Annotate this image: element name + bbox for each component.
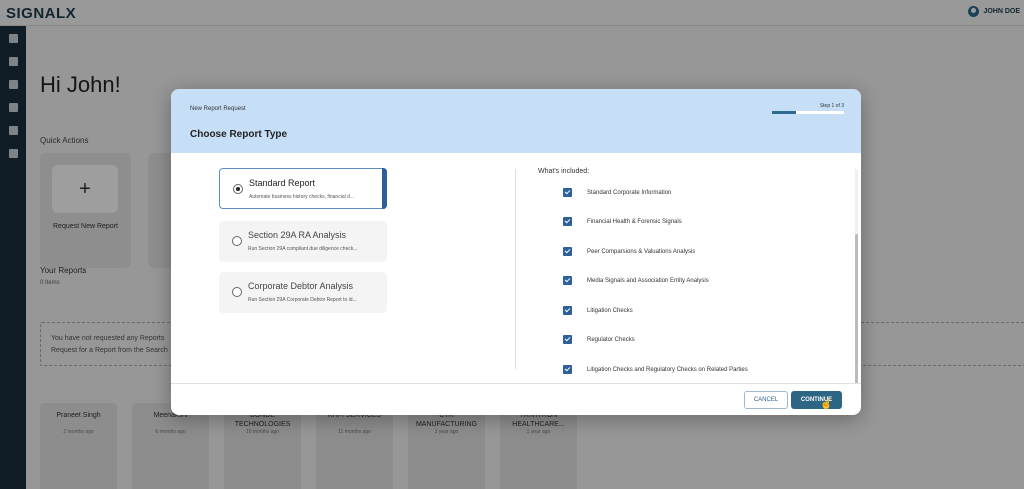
option-corporate-debtor[interactable]: Corporate Debtor Analysis Run Section 29… [219,272,387,313]
included-item-label: Media Signals and Association Entity Ana… [587,277,709,284]
included-item: Litigation Checks [563,306,633,315]
step-progress-bar [772,111,844,114]
included-item-label: Peer Comparsions & Valuations Analysis [587,248,696,255]
hand-cursor-icon: ☝ [820,399,833,410]
cancel-button[interactable]: CANCEL [744,391,788,409]
modal-title: Choose Report Type [190,129,288,140]
included-item: Media Signals and Association Entity Ana… [563,276,709,285]
included-title: What's included: [538,168,590,175]
option-desc: Automate business history checks, financ… [249,194,355,200]
option-title: Standard Report [249,178,316,188]
scrollbar-thumb[interactable] [855,234,858,384]
included-item: Standard Corporate Information [563,188,671,197]
checkbox-checked-icon[interactable] [563,365,572,374]
included-item: Peer Comparsions & Valuations Analysis [563,247,695,256]
included-item-label: Litigation Checks [587,307,633,314]
selected-accent [382,168,387,209]
step-progress-fill [772,111,796,114]
option-desc: Run Section 29A compliant due diligence … [248,246,358,252]
radio-icon[interactable] [232,236,242,246]
radio-selected-icon[interactable] [233,184,243,194]
included-item-label: Financial Health & Forensic Signals [587,218,682,225]
included-item-label: Litigation Checks and Regulatory Checks … [587,366,748,373]
checkbox-checked-icon[interactable] [563,276,572,285]
modal-subtitle: New Report Request [190,106,246,112]
checkbox-checked-icon[interactable] [563,217,572,226]
included-item: Financial Health & Forensic Signals [563,217,682,226]
included-item: Regulator Checks [563,335,635,344]
checkbox-checked-icon[interactable] [563,335,572,344]
column-divider [515,169,516,369]
option-section-29a-ra[interactable]: Section 29A RA Analysis Run Section 29A … [219,221,387,262]
option-standard-report[interactable]: Standard Report Automate business histor… [219,168,387,209]
continue-button[interactable]: CONTINUE [791,391,842,409]
radio-icon[interactable] [232,287,242,297]
option-title: Section 29A RA Analysis [248,230,347,240]
included-item: Litigation Checks and Regulatory Checks … [563,365,748,374]
modal-header: New Report Request Choose Report Type St… [171,89,861,153]
option-title: Corporate Debtor Analysis [248,281,354,291]
checkbox-checked-icon[interactable] [563,188,572,197]
included-item-label: Standard Corporate Information [587,189,672,196]
report-request-modal: New Report Request Choose Report Type St… [171,89,861,415]
step-label: Step 1 of 3 [819,103,844,109]
option-desc: Run Section 29A Corporate Debtor Report … [248,297,357,303]
checkbox-checked-icon[interactable] [563,306,572,315]
included-item-label: Regulator Checks [587,336,635,343]
modal-footer-divider [171,383,861,384]
checkbox-checked-icon[interactable] [563,247,572,256]
